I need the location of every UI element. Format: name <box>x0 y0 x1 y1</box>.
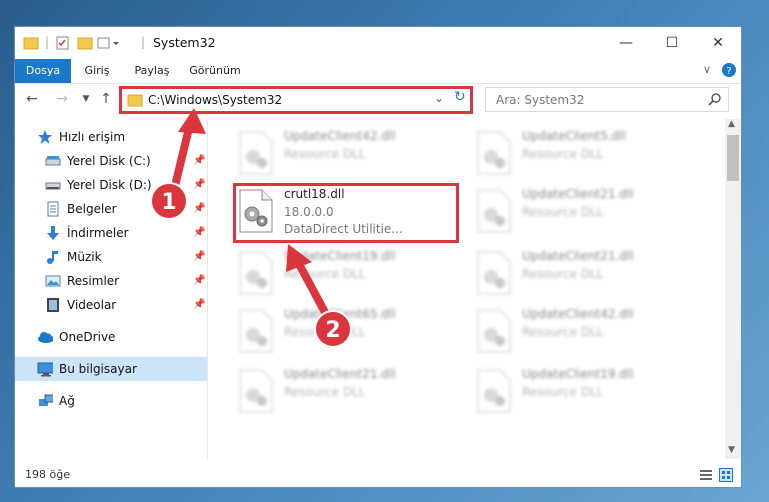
step-marker-2: 2 <box>314 310 352 348</box>
arrow-2-shaft <box>294 258 332 322</box>
step-marker-1: 1 <box>150 182 188 220</box>
arrow-1-head <box>178 108 206 134</box>
arrow-1-shaft <box>170 120 194 194</box>
annotation-arrows <box>170 108 332 322</box>
